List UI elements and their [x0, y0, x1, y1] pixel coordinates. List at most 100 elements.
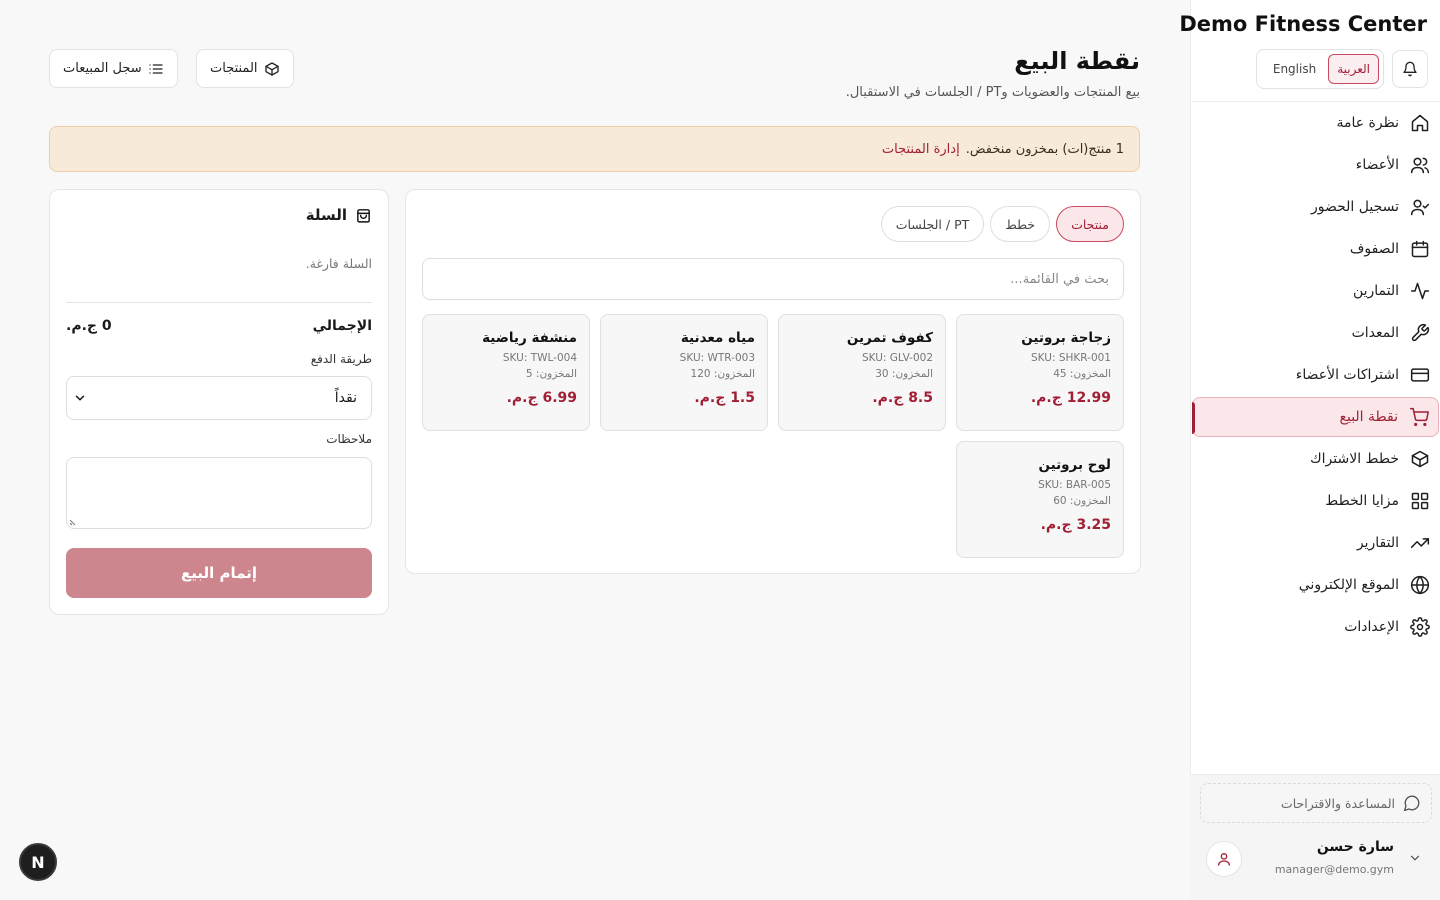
search-input[interactable]: بحث في القائمة... [422, 258, 1124, 300]
user-email: manager@demo.gym [1274, 863, 1394, 876]
user-menu[interactable]: سارة حسن manager@demo.gym [1190, 837, 1440, 887]
tab-products[interactable]: منتجات [1056, 206, 1124, 242]
product-card[interactable]: زجاجة بروتين SKU: SHKR-001 المخزون: 45 1… [956, 314, 1124, 431]
sidebar-item-reports[interactable]: التقارير [1191, 522, 1439, 564]
settings-icon [1409, 616, 1431, 638]
product-price: 12.99 ج.م. [1030, 390, 1111, 406]
resize-grip-icon [69, 518, 77, 526]
sales-log-button[interactable]: سجل المبيعات [49, 49, 178, 88]
product-name: مياه معدنية [680, 330, 755, 346]
activity-icon [1409, 280, 1431, 302]
sidebar-item-label: المعدات [1351, 325, 1399, 341]
home-icon [1409, 112, 1431, 134]
product-name: منشفة رياضية [482, 330, 577, 346]
brand-name: Demo Fitness Center [1179, 12, 1427, 36]
product-price: 3.25 ج.م. [1040, 517, 1111, 533]
wrench-icon [1409, 322, 1431, 344]
message-circle-icon [1403, 794, 1421, 812]
avatar [1206, 841, 1242, 877]
sidebar-item-label: تسجيل الحضور [1310, 199, 1399, 215]
sidebar-item-pos[interactable]: نقطة البيع [1192, 397, 1439, 437]
next-dev-indicator-button[interactable]: N [19, 843, 57, 881]
help-label: المساعدة والاقتراحات [1280, 795, 1395, 811]
sidebar-item-overview[interactable]: نظرة عامة [1191, 102, 1439, 144]
low-stock-alert: 1 منتج(ات) بمخزون منخفض. إدارة المنتجات [49, 126, 1140, 172]
sidebar-item-settings[interactable]: الإعدادات [1191, 606, 1439, 648]
globe-icon [1409, 574, 1431, 596]
sidebar-item-label: خطط الاشتراك [1310, 451, 1399, 467]
sidebar-item-label: مزايا الخطط [1325, 493, 1399, 509]
sidebar-item-label: التقارير [1356, 535, 1399, 551]
help-feedback-button[interactable]: المساعدة والاقتراحات [1200, 783, 1432, 823]
product-name: كفوف تمرين [846, 330, 933, 346]
calendar-icon [1409, 238, 1431, 260]
user-check-icon [1409, 196, 1431, 218]
shopping-bag-icon [355, 207, 372, 224]
sidebar-item-label: الإعدادات [1344, 619, 1399, 635]
sidebar-item-label: نقطة البيع [1339, 409, 1398, 425]
sidebar-item-memberships[interactable]: اشتراكات الأعضاء [1191, 354, 1439, 396]
tab-plans[interactable]: خطط [990, 206, 1051, 242]
manage-products-link[interactable]: إدارة المنتجات [882, 142, 960, 157]
sidebar-item-equipment[interactable]: المعدات [1191, 312, 1439, 354]
users-icon [1409, 154, 1431, 176]
user-icon [1216, 851, 1232, 867]
cart-empty-message: السلة فارغة. [305, 256, 372, 271]
product-price: 1.5 ج.م. [694, 390, 755, 406]
product-sku: SKU: WTR-003 [679, 352, 755, 364]
sidebar-item-label: نظرة عامة [1336, 115, 1399, 131]
sidebar-footer: المساعدة والاقتراحات سارة حسن manager@de… [1190, 774, 1440, 900]
product-stock: المخزون: 30 [875, 368, 933, 380]
lang-arabic-button[interactable]: العربية [1328, 54, 1379, 84]
total-label: الإجمالي [312, 318, 372, 334]
tab-pt-sessions[interactable]: PT / الجلسات [880, 206, 985, 242]
payment-method-select[interactable]: نقداً [66, 376, 372, 420]
payment-method-value: نقداً [334, 390, 357, 406]
cart-panel: السلة السلة فارغة. الإجمالي 0 ج.م. طريقة… [49, 189, 389, 615]
sidebar: Demo Fitness Center العربية English نظرة… [1179, 0, 1440, 900]
product-card[interactable]: منشفة رياضية SKU: TWL-004 المخزون: 5 6.9… [422, 314, 590, 431]
notes-textarea[interactable] [66, 457, 372, 529]
bell-icon [1402, 61, 1418, 77]
sidebar-item-website[interactable]: الموقع الإلكتروني [1191, 564, 1439, 606]
page-title: نقطة البيع [1014, 47, 1140, 75]
list-icon [148, 61, 164, 77]
sidebar-item-label: الصفوف [1349, 241, 1399, 257]
product-stock: المخزون: 60 [1053, 495, 1111, 507]
sidebar-item-members[interactable]: الأعضاء [1191, 144, 1439, 186]
package-icon [264, 61, 280, 77]
chevron-down-icon [1408, 851, 1422, 865]
sidebar-item-classes[interactable]: الصفوف [1191, 228, 1439, 270]
product-card[interactable]: كفوف تمرين SKU: GLV-002 المخزون: 30 8.5 … [778, 314, 946, 431]
sales-log-button-label: سجل المبيعات [63, 61, 142, 76]
cart-header: السلة [306, 206, 372, 224]
credit-card-icon [1409, 364, 1431, 386]
sidebar-item-label: التمارين [1352, 283, 1399, 299]
product-card[interactable]: مياه معدنية SKU: WTR-003 المخزون: 120 1.… [600, 314, 768, 431]
grid-icon [1409, 490, 1431, 512]
notifications-button[interactable] [1392, 50, 1428, 88]
product-stock: المخزون: 5 [525, 368, 577, 380]
product-stock: المخزون: 120 [690, 368, 755, 380]
sidebar-item-checkin[interactable]: تسجيل الحضور [1191, 186, 1439, 228]
complete-sale-button[interactable]: إتمام البيع [66, 548, 372, 598]
sidebar-item-workouts[interactable]: التمارين [1191, 270, 1439, 312]
sidebar-item-plan-features[interactable]: مزايا الخطط [1191, 480, 1439, 522]
sidebar-item-label: الأعضاء [1355, 157, 1399, 173]
total-value: 0 ج.م. [66, 318, 112, 334]
products-button-label: المنتجات [210, 61, 258, 76]
product-card[interactable]: لوح بروتين SKU: BAR-005 المخزون: 60 3.25… [956, 441, 1124, 558]
cart-title: السلة [305, 206, 347, 224]
product-stock: المخزون: 45 [1053, 368, 1111, 380]
sidebar-item-label: الموقع الإلكتروني [1298, 577, 1399, 593]
products-panel: منتجات خطط PT / الجلسات بحث في القائمة..… [405, 189, 1141, 574]
sidebar-item-label: اشتراكات الأعضاء [1295, 367, 1399, 383]
product-sku: SKU: BAR-005 [1038, 479, 1111, 491]
lang-english-button[interactable]: English [1265, 54, 1324, 84]
products-button[interactable]: المنتجات [196, 49, 294, 88]
sidebar-item-plans[interactable]: خطط الاشتراك [1191, 438, 1439, 480]
trending-up-icon [1409, 532, 1431, 554]
cart-divider [66, 302, 372, 303]
cart-icon [1408, 406, 1430, 428]
product-price: 6.99 ج.م. [506, 390, 577, 406]
